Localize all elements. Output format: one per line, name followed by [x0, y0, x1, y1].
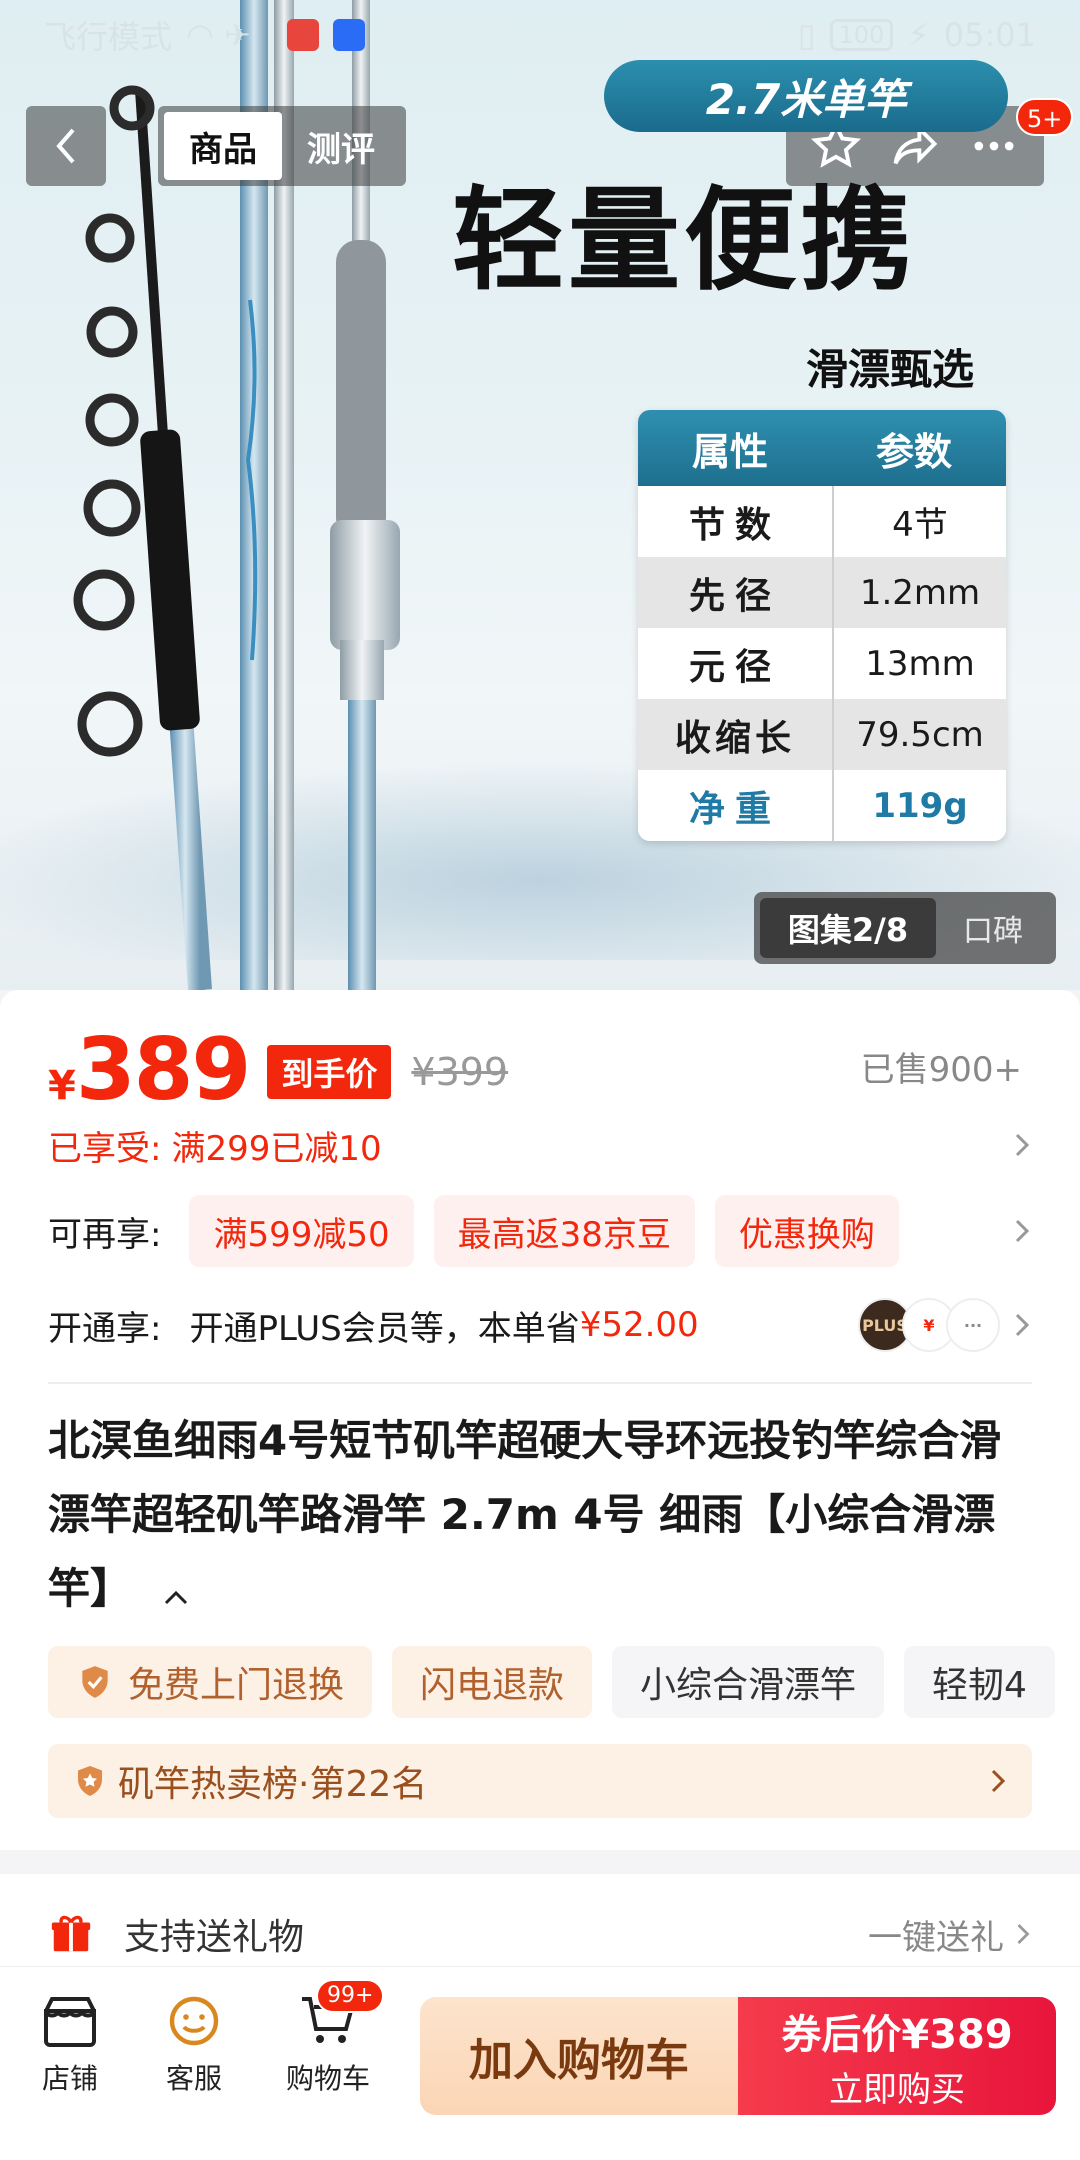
promo-chip[interactable]: 最高返38京豆	[433, 1195, 695, 1267]
chevron-up-icon[interactable]	[163, 1555, 189, 1629]
gallery-counter[interactable]: 图集2/8	[760, 898, 936, 958]
store-icon	[44, 1997, 96, 2047]
cart-label: 购物车	[285, 2062, 370, 2095]
spec-row: 先径 1.2mm	[638, 557, 1006, 628]
gift-label: 支持送礼物	[124, 1917, 305, 1958]
enjoyed-label: 已享受:	[48, 1128, 162, 1169]
chevron-right-icon[interactable]	[1012, 1216, 1032, 1246]
spec-row: 净重 119g	[638, 770, 1006, 841]
vibrate-icon: ▯	[797, 16, 816, 54]
benefit-icons: PLUS ¥ ···	[858, 1298, 1000, 1352]
promo-chip[interactable]: 满599减50	[189, 1195, 414, 1267]
more-promo-label: 可再享:	[48, 1214, 162, 1255]
tab-review[interactable]: 测评	[282, 112, 400, 180]
chevron-right-icon	[1015, 1313, 1030, 1337]
currency-symbol: ¥	[48, 1063, 76, 1109]
spec-value: 13mm	[865, 643, 975, 684]
plus-text: 开通PLUS会员等，本单省	[189, 1308, 580, 1349]
promo-chip[interactable]: 优惠换购	[714, 1195, 899, 1267]
page-tabs: 商品 测评	[158, 106, 406, 186]
reviews-gallery-tab[interactable]: 口碑	[936, 906, 1050, 950]
store-label: 店铺	[41, 2062, 98, 2095]
wifi-icon: ◠	[186, 16, 214, 54]
battery-icon: 100	[829, 19, 894, 51]
hero-subline: 滑漂甄选	[806, 345, 975, 394]
divider	[48, 1382, 1032, 1384]
length-banner: 2.7米单竿	[604, 60, 1008, 132]
cart-button[interactable]: 购物车 99+	[268, 1979, 388, 2097]
enjoyed-promo-row[interactable]: 已享受: 满299已减10	[48, 1114, 1032, 1176]
chevron-right-icon	[1015, 1133, 1030, 1157]
service-label: 客服	[165, 2062, 222, 2095]
product-image-gallery[interactable]: 飞行模式 ◠ ✈ ▯ 100 ⚡ 05:01 商品 测评 5+ 2.7米单竿 轻…	[0, 0, 1080, 990]
cart-badge: 99+	[316, 1979, 385, 2013]
plus-label: 开通享:	[48, 1308, 162, 1349]
chevron-right-icon	[991, 1769, 1006, 1793]
spec-key: 元径	[638, 628, 834, 699]
original-price: ¥399	[411, 1050, 509, 1094]
add-to-cart-button[interactable]: 加入购物车	[420, 1997, 738, 2115]
spec-key: 节数	[638, 486, 834, 557]
sold-count: 已售900+	[860, 1050, 1022, 1090]
gift-action[interactable]: 一键送礼	[868, 1910, 1032, 1959]
spec-header-param: 参数	[875, 429, 952, 474]
plus-saving: ¥52.00	[579, 1305, 699, 1345]
service-tags: 免费上门退换 闪电退款 小综合滑漂竿 轻韧4	[48, 1646, 1080, 1718]
final-price-tag: 到手价	[267, 1045, 392, 1099]
gift-action-label: 一键送礼	[868, 1917, 1004, 1958]
service-tag[interactable]: 免费上门退换	[48, 1646, 373, 1718]
rank-badge-icon	[78, 1766, 102, 1796]
enjoyed-value: 满299已减10	[171, 1128, 382, 1169]
spec-row: 节数 4节	[638, 486, 1006, 557]
bottom-action-bar: 店铺 客服 购物车 99+ 加入购物车 券后价¥389 立即购买	[0, 1966, 1080, 2160]
store-button[interactable]: 店铺	[10, 1993, 130, 2097]
spec-key: 收缩长	[638, 699, 834, 770]
airplane-icon: ✈	[223, 16, 251, 54]
spec-key: 先径	[638, 557, 834, 628]
product-title: 北溟鱼细雨4号短节矶竿超硬大导环远投钓竿综合滑漂竿超轻矶竿路滑竿 2.7m 4号…	[48, 1404, 1038, 1629]
buy-price: 券后价¥389	[781, 2011, 1013, 2058]
shop-app-icon	[286, 19, 319, 51]
rank-banner[interactable]: 矶竿热卖榜·第22名	[48, 1744, 1032, 1818]
spec-key: 净重	[638, 770, 834, 841]
customer-service-icon	[169, 1996, 219, 2046]
spec-table-header: 属性 参数	[638, 410, 1006, 486]
service-tag-label: 免费上门退换	[128, 1665, 345, 1706]
more-promo-row: 可再享: 满599减50 最高返38京豆 优惠换购	[48, 1194, 1032, 1268]
spec-value: 79.5cm	[856, 714, 984, 755]
rank-text: 矶竿热卖榜·第22名	[118, 1764, 428, 1805]
gallery-switcher: 图集2/8 口碑	[754, 892, 1056, 964]
tab-product[interactable]: 商品	[164, 112, 282, 180]
status-time: 05:01	[943, 16, 1036, 54]
bulb-app-icon	[332, 19, 365, 51]
spec-table: 属性 参数 节数 4节 先径 1.2mm 元径 13mm 收缩长 79.5cm …	[638, 410, 1006, 841]
gift-icon	[51, 1915, 91, 1952]
feature-tag[interactable]: 轻韧4	[904, 1646, 1055, 1718]
price-value: 389	[75, 1020, 252, 1120]
product-title-text: 北溟鱼细雨4号短节矶竿超硬大导环远投钓竿综合滑漂竿超轻矶竿路滑竿 2.7m 4号…	[48, 1416, 1002, 1613]
spec-rows: 节数 4节 先径 1.2mm 元径 13mm 收缩长 79.5cm 净重 119…	[638, 486, 1006, 841]
chevron-right-icon	[1017, 1924, 1030, 1944]
hero-headline: 轻量便携	[452, 176, 916, 306]
charging-icon: ⚡	[907, 16, 930, 54]
spec-header-attr: 属性	[691, 429, 768, 474]
buy-label: 立即购买	[829, 2069, 965, 2110]
back-button[interactable]	[26, 106, 106, 186]
spec-row: 收缩长 79.5cm	[638, 699, 1006, 770]
shield-check-icon	[82, 1666, 108, 1698]
spec-value: 119g	[872, 785, 968, 826]
price-row: ¥ 389 到手价 ¥399	[48, 1020, 509, 1120]
service-button[interactable]: 客服	[134, 1993, 254, 2097]
spec-row: 元径 13mm	[638, 628, 1006, 699]
feature-tag[interactable]: 小综合滑漂竿	[612, 1646, 885, 1718]
message-badge: 5+	[1016, 98, 1074, 136]
buy-now-button[interactable]: 券后价¥389 立即购买	[738, 1997, 1056, 2115]
spec-value: 1.2mm	[859, 572, 981, 613]
spec-value: 4节	[892, 505, 948, 545]
service-tag[interactable]: 闪电退款	[392, 1646, 593, 1718]
status-mode: 飞行模式	[44, 18, 173, 56]
more-dots-icon: ···	[946, 1298, 1000, 1352]
chevron-left-icon	[56, 128, 75, 164]
